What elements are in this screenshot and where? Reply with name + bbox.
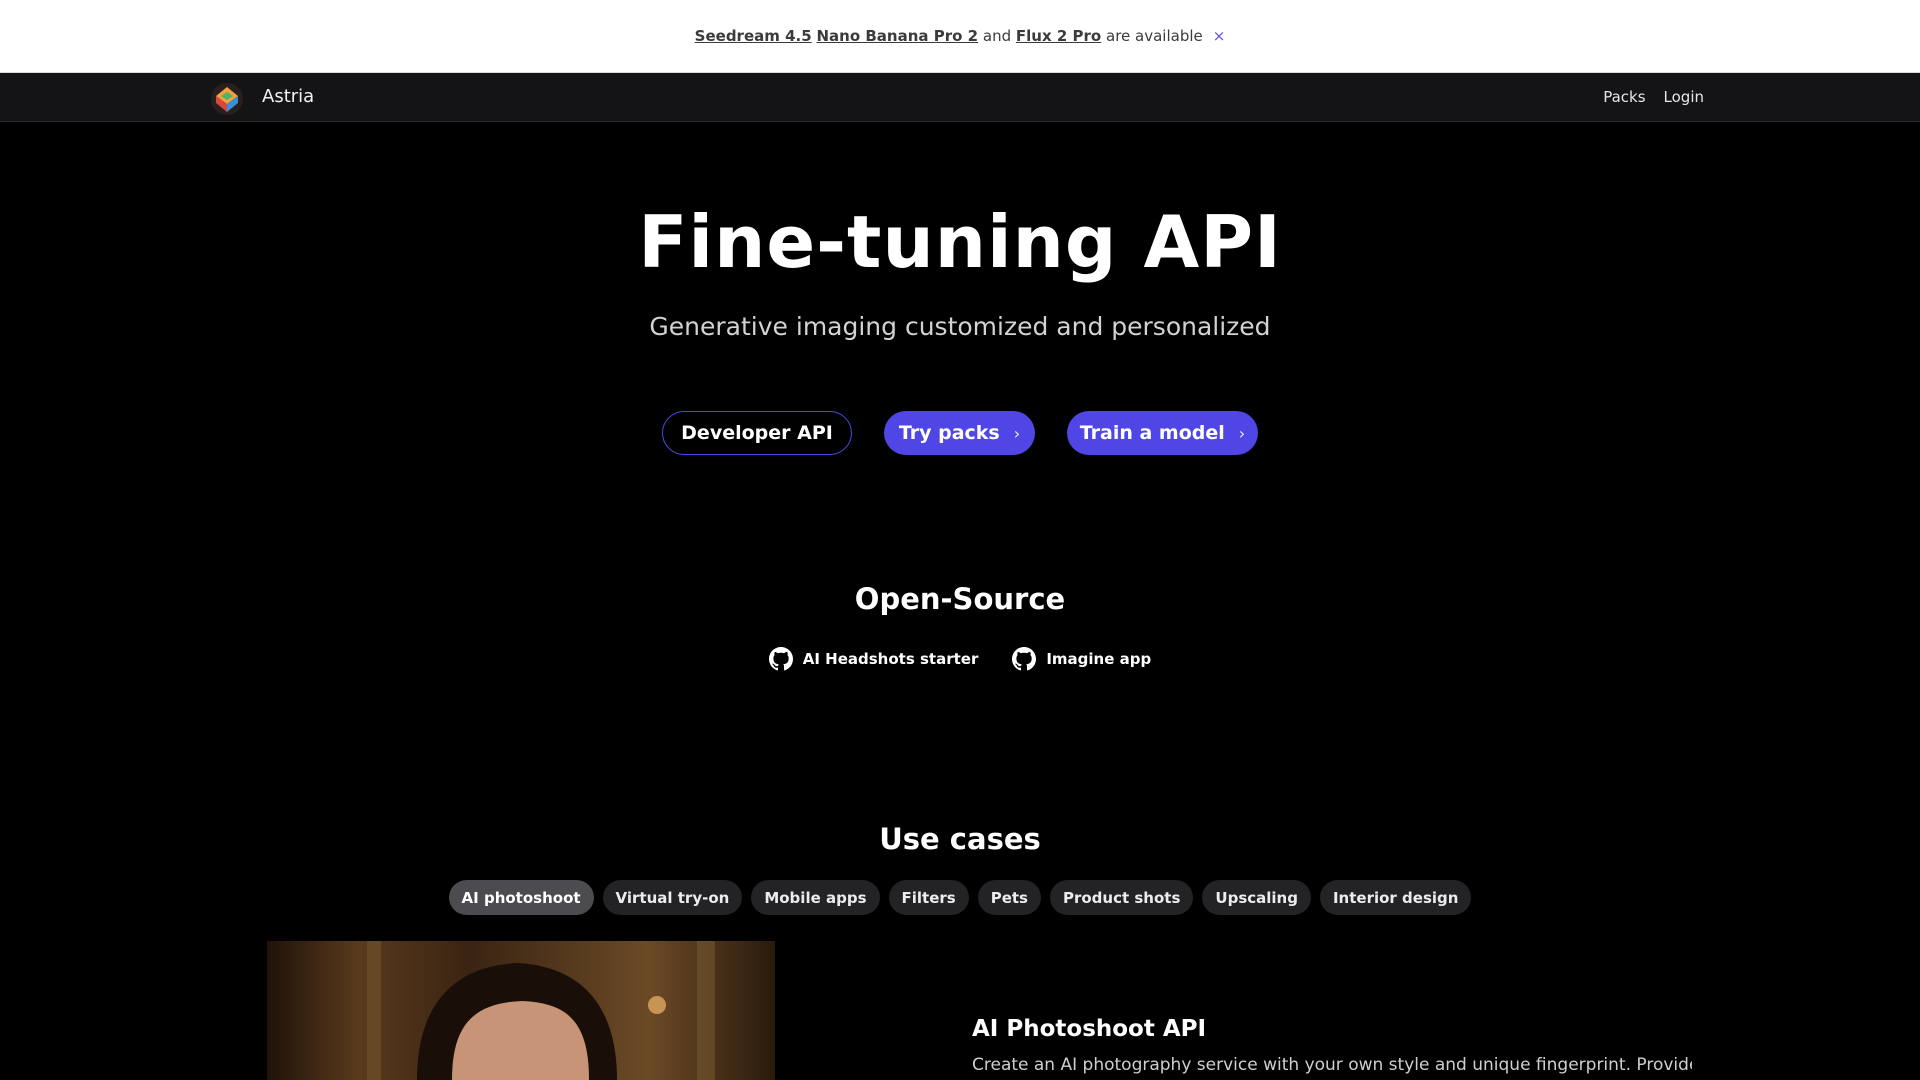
hero-title: Fine-tuning API [638, 200, 1282, 284]
nav-link-login[interactable]: Login [1664, 88, 1704, 106]
github-icon [1012, 647, 1037, 671]
banner-and-text: and [982, 27, 1012, 45]
banner-link-flux[interactable]: Flux 2 Pro [1016, 27, 1101, 45]
try-packs-label: Try packs [898, 422, 1000, 444]
use-case-description: Create an AI photography service with yo… [972, 1055, 1692, 1075]
brand-name[interactable]: Astria [262, 86, 314, 107]
astria-logo-icon[interactable] [210, 82, 244, 116]
announcement-banner: Seedream 4.5 Nano Banana Pro 2 and Flux … [0, 0, 1920, 73]
banner-link-nano-banana[interactable]: Nano Banana Pro 2 [816, 27, 978, 45]
banner-suffix-text: are available [1106, 27, 1203, 45]
repo-label-imagine-app: Imagine app [1046, 650, 1152, 668]
train-model-label: Train a model [1079, 422, 1225, 444]
tab-product-shots[interactable]: Product shots [1049, 880, 1194, 915]
close-icon[interactable]: × [1213, 27, 1226, 45]
repo-label-ai-headshots: AI Headshots starter [802, 650, 979, 668]
developer-api-button[interactable]: Developer API [662, 411, 852, 455]
try-packs-button[interactable]: Try packs › [884, 411, 1035, 455]
repo-link-imagine-app[interactable]: Imagine app [1012, 647, 1151, 671]
tab-interior-design[interactable]: Interior design [1319, 880, 1472, 915]
tab-virtual-try-on[interactable]: Virtual try-on [602, 880, 743, 915]
tab-ai-photoshoot[interactable]: AI photoshoot [448, 880, 594, 915]
tab-upscaling[interactable]: Upscaling [1202, 880, 1311, 915]
nav-links: Packs Login [1603, 88, 1704, 106]
tab-pets[interactable]: Pets [977, 880, 1041, 915]
use-case-heading: AI Photoshoot API [972, 1016, 1207, 1042]
chevron-right-icon: › [1013, 423, 1021, 443]
tab-filters[interactable]: Filters [888, 880, 969, 915]
top-nav: Astria Packs Login [0, 73, 1920, 122]
use-cases-title: Use cases [879, 822, 1041, 856]
banner-link-seedream[interactable]: Seedream 4.5 [695, 27, 812, 45]
github-icon [768, 647, 793, 671]
developer-api-label: Developer API [681, 422, 833, 444]
repo-links: AI Headshots starter Imagine app [0, 647, 1920, 671]
open-source-title: Open-Source [854, 582, 1066, 616]
train-model-button[interactable]: Train a model › [1067, 411, 1258, 455]
tab-mobile-apps[interactable]: Mobile apps [751, 880, 880, 915]
chevron-right-icon: › [1238, 423, 1246, 443]
ai-photoshoot-example-image [267, 941, 775, 1080]
repo-link-ai-headshots[interactable]: AI Headshots starter [768, 647, 979, 671]
hero-subtitle: Generative imaging customized and person… [649, 312, 1271, 341]
use-case-tabs: AI photoshoot Virtual try-on Mobile apps… [0, 880, 1920, 915]
nav-link-packs[interactable]: Packs [1603, 88, 1645, 106]
